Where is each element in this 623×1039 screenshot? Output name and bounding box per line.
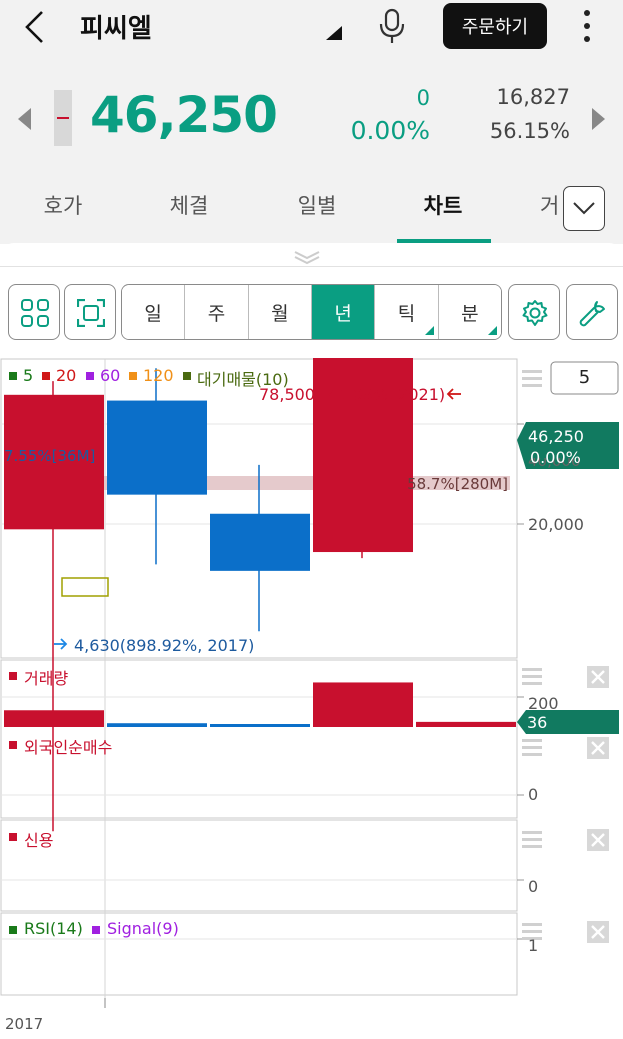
period-year[interactable]: 년 <box>311 285 376 339</box>
submenu-corner-icon <box>424 326 434 335</box>
rsi-axis-label: 1 <box>528 936 539 955</box>
order-button[interactable]: 주문하기 <box>443 3 547 49</box>
close-icon[interactable] <box>587 737 609 759</box>
candles-layer <box>4 358 413 832</box>
legend-ma20: 20 <box>56 366 77 385</box>
volume-bar <box>313 682 413 727</box>
foreign-panel-title: 외국인순매수 <box>24 738 113 757</box>
tab-trades[interactable]: 체결 <box>139 190 239 220</box>
submenu-corner-icon <box>487 326 497 335</box>
legend-swatch-rsi <box>9 926 17 934</box>
period-month[interactable]: 월 <box>248 285 312 339</box>
legend-swatch-volume <box>9 672 17 680</box>
frame-icon <box>77 299 105 327</box>
x-axis-label-2017: 2017 <box>5 1015 44 1033</box>
panel-menu-icon[interactable] <box>522 370 542 387</box>
legend-swatch-credit <box>9 833 17 841</box>
signal-panel-title: Signal(9) <box>107 919 179 938</box>
credit-panel-title: 신용 <box>24 831 54 850</box>
volume-axis-label: 200 <box>528 694 559 713</box>
foreign-axis-label: 0 <box>528 785 539 804</box>
volume-profile-bar <box>61 577 109 597</box>
current-price: 46,250 <box>90 86 278 144</box>
current-price-tag-value: 46,250 <box>528 427 584 446</box>
mini-candle-icon <box>54 90 72 146</box>
wrench-icon <box>579 301 605 327</box>
volume-ratio: 56.15% <box>489 119 570 143</box>
vertical-dots-icon[interactable] <box>580 8 594 44</box>
chart-area[interactable]: 5 20 60 120 대기매물(10) 5 78,500(-41.08%, 2… <box>0 358 623 1039</box>
tab-expand-button[interactable] <box>563 186 605 231</box>
credit-panel-frame <box>0 819 518 912</box>
current-price-tag-pct: 0.00% <box>530 448 581 467</box>
legend-ma5: 5 <box>23 366 34 385</box>
gear-icon <box>522 300 548 326</box>
rsi-panel-title: RSI(14) <box>24 919 83 938</box>
price-change-pct: 0.00% <box>350 116 430 145</box>
chevron-left-icon[interactable] <box>22 10 48 44</box>
microphone-icon[interactable] <box>378 8 406 44</box>
legend-swatch-signal <box>92 926 100 934</box>
high-price-label: 78,500(-41.08%, 2021) <box>259 385 446 404</box>
collapse-handle-icon[interactable] <box>291 249 323 265</box>
period-tick[interactable]: 틱 <box>375 285 439 339</box>
stock-title[interactable]: 피씨엘 <box>80 8 152 45</box>
next-stock-arrow-icon[interactable] <box>592 108 605 130</box>
period-day[interactable]: 일 <box>122 285 186 339</box>
low-price-label: 4,630(898.92%, 2017) <box>74 636 255 655</box>
legend-swatch-5 <box>9 372 17 380</box>
credit-axis-label: 0 <box>528 877 539 896</box>
close-icon[interactable] <box>587 666 609 688</box>
volume-bar <box>416 721 516 727</box>
volume-profile-label-bottom: 58.7%[280M] <box>407 475 508 493</box>
trade-volume: 16,827 <box>496 85 570 109</box>
triangle-down-icon[interactable] <box>326 26 342 40</box>
legend-swatch-overhead <box>183 372 191 380</box>
period-minute[interactable]: 분 <box>438 285 501 339</box>
legend-swatch-foreign <box>9 741 17 749</box>
volume-layer <box>4 682 516 727</box>
tab-more-truncated[interactable]: 거 <box>500 190 560 220</box>
prev-stock-arrow-icon[interactable] <box>18 108 31 130</box>
drawing-tools-button[interactable] <box>566 284 618 340</box>
period-selector: 일 주 월 년 틱 분 <box>121 284 502 340</box>
legend-swatch-60 <box>86 372 94 380</box>
layout-button[interactable] <box>8 284 60 340</box>
candle-body <box>210 513 310 571</box>
tab-daily[interactable]: 일별 <box>267 190 367 220</box>
legend-swatch-20 <box>42 372 50 380</box>
volume-panel-title: 거래량 <box>24 669 69 688</box>
close-icon[interactable] <box>587 921 609 943</box>
settings-button[interactable] <box>508 284 560 340</box>
axis-label-20000: 20,000 <box>528 515 584 534</box>
legend-ma120: 120 <box>143 366 174 385</box>
volume-bar <box>107 723 207 727</box>
period-tick-label: 틱 <box>397 302 416 325</box>
legend-swatch-120 <box>129 372 137 380</box>
chevron-down-icon <box>573 202 595 215</box>
price-change: 0 <box>416 86 430 110</box>
candle-body <box>107 400 207 495</box>
close-icon[interactable] <box>587 829 609 851</box>
period-week[interactable]: 주 <box>185 285 249 339</box>
period-minute-label: 분 <box>461 302 479 325</box>
panel-menu-icon[interactable] <box>522 739 542 756</box>
panel-menu-icon[interactable] <box>522 668 542 685</box>
volume-bar <box>4 710 104 727</box>
volume-bar <box>210 724 310 727</box>
volume-profile-label-top: 7.55%[36M] <box>4 447 96 465</box>
tab-chart[interactable]: 차트 <box>393 190 493 220</box>
panel-menu-icon[interactable] <box>522 831 542 848</box>
fullscreen-button[interactable] <box>64 284 116 340</box>
volume-tag-value: 36 <box>527 713 548 732</box>
count-box-value: 5 <box>578 367 591 388</box>
legend-ma60: 60 <box>100 366 121 385</box>
grid-icon <box>21 299 49 327</box>
tab-hoga[interactable]: 호가 <box>13 190 113 220</box>
divider <box>0 266 623 267</box>
